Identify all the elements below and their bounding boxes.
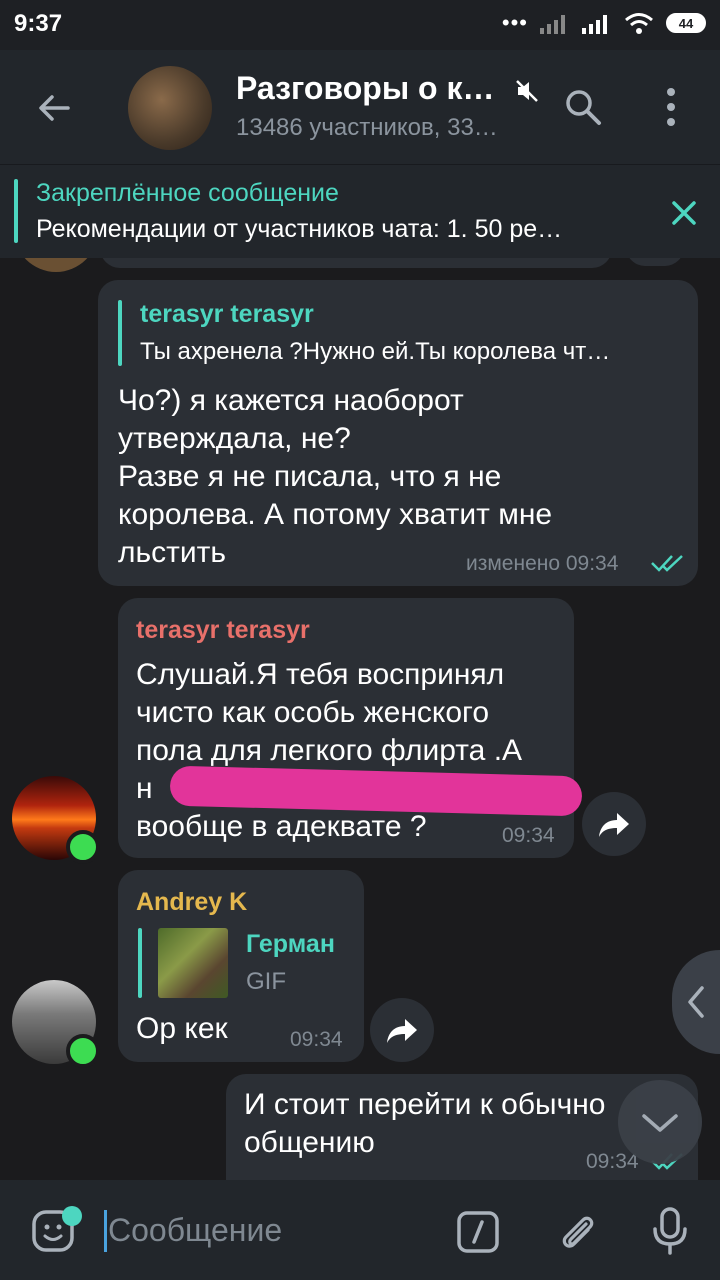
message-text: И стоит перейти к обычно общению [244, 1088, 606, 1159]
dots-icon: ••• [501, 10, 528, 35]
wifi-icon [625, 13, 653, 34]
avatar[interactable] [14, 258, 98, 272]
message-time: 09:34 [502, 824, 555, 847]
bot-command-icon[interactable] [456, 1210, 500, 1254]
message-time: 09:34 [290, 1028, 343, 1051]
reply-accent-bar [118, 300, 122, 366]
side-panel-handle[interactable] [672, 950, 720, 1054]
message-bubble[interactable]: terasyr terasyr Слушай.Я тебя воспринял … [118, 598, 574, 858]
reply-sender[interactable]: terasyr terasyr [140, 300, 314, 329]
message-bubble[interactable]: terasyr terasyr Ты ахренела ?Нужно ей.Ты… [98, 280, 698, 586]
status-time: 9:37 [14, 10, 63, 37]
chat-title[interactable]: Разговоры о к… [236, 70, 494, 107]
sender-name[interactable]: Andrey K [136, 888, 247, 917]
message-text: Ор кек [136, 1012, 228, 1045]
online-indicator [66, 1034, 100, 1068]
text-caret [104, 1210, 107, 1252]
forward-button[interactable] [582, 792, 646, 856]
microphone-icon[interactable] [650, 1206, 690, 1256]
close-icon[interactable] [664, 193, 704, 233]
message-input-bar: Сообщение [0, 1180, 720, 1280]
chat-header: Разговоры о к… 13486 участников, 33… [0, 50, 720, 164]
attach-icon[interactable] [556, 1210, 600, 1254]
forward-icon [387, 1019, 417, 1043]
forward-icon [599, 813, 629, 837]
reply-text[interactable]: Ты ахренела ?Нужно ей.Ты королева чт… [140, 338, 610, 366]
read-checks-icon [651, 555, 683, 572]
signal-icon-2 [582, 15, 607, 34]
sender-name[interactable]: terasyr terasyr [136, 616, 310, 645]
online-indicator [66, 830, 100, 864]
pinned-message[interactable]: Закреплённое сообщение Рекомендации от у… [0, 164, 720, 259]
pinned-accent-bar [14, 179, 18, 243]
message-input[interactable]: Сообщение [108, 1212, 282, 1249]
message-text: Слушай.Я тебя воспринял чисто как особь … [136, 658, 523, 843]
more-vert-icon[interactable] [656, 84, 686, 130]
reply-sender[interactable]: Герман [246, 930, 335, 959]
message-bubble-partial[interactable] [100, 258, 612, 268]
chevron-down-icon [642, 1114, 678, 1132]
reply-type: GIF [246, 968, 286, 995]
status-icons: ••• 44 [502, 10, 706, 36]
chat-avatar[interactable] [128, 66, 212, 150]
reply-accent-bar [138, 928, 142, 998]
message-list[interactable]: terasyr terasyr Ты ахренела ?Нужно ей.Ты… [0, 258, 720, 1180]
signal-icon [540, 15, 565, 34]
message-meta: изменено 09:34 [466, 552, 619, 575]
search-icon[interactable] [562, 86, 604, 128]
chevron-left-icon [688, 986, 704, 1018]
chat-subtitle: 13486 участников, 33… [236, 114, 498, 141]
back-arrow-icon[interactable] [34, 88, 74, 128]
new-stickers-indicator [62, 1206, 82, 1226]
forward-button[interactable] [370, 998, 434, 1062]
scroll-down-button[interactable] [618, 1080, 702, 1164]
gif-thumbnail[interactable] [158, 928, 228, 998]
mute-icon [516, 80, 538, 102]
battery-icon: 44 [666, 13, 706, 33]
message-bubble[interactable]: Andrey K Герман GIF Ор кек 09:34 [118, 870, 364, 1062]
message-bubble-partial[interactable] [626, 258, 684, 266]
pinned-text: Рекомендации от участников чата: 1. 50 р… [36, 215, 563, 243]
status-bar: 9:37 ••• 44 [0, 0, 720, 50]
pinned-title: Закреплённое сообщение [36, 179, 339, 207]
message-text: Чо?) я кажется наоборот утверждала, не? … [118, 384, 553, 569]
